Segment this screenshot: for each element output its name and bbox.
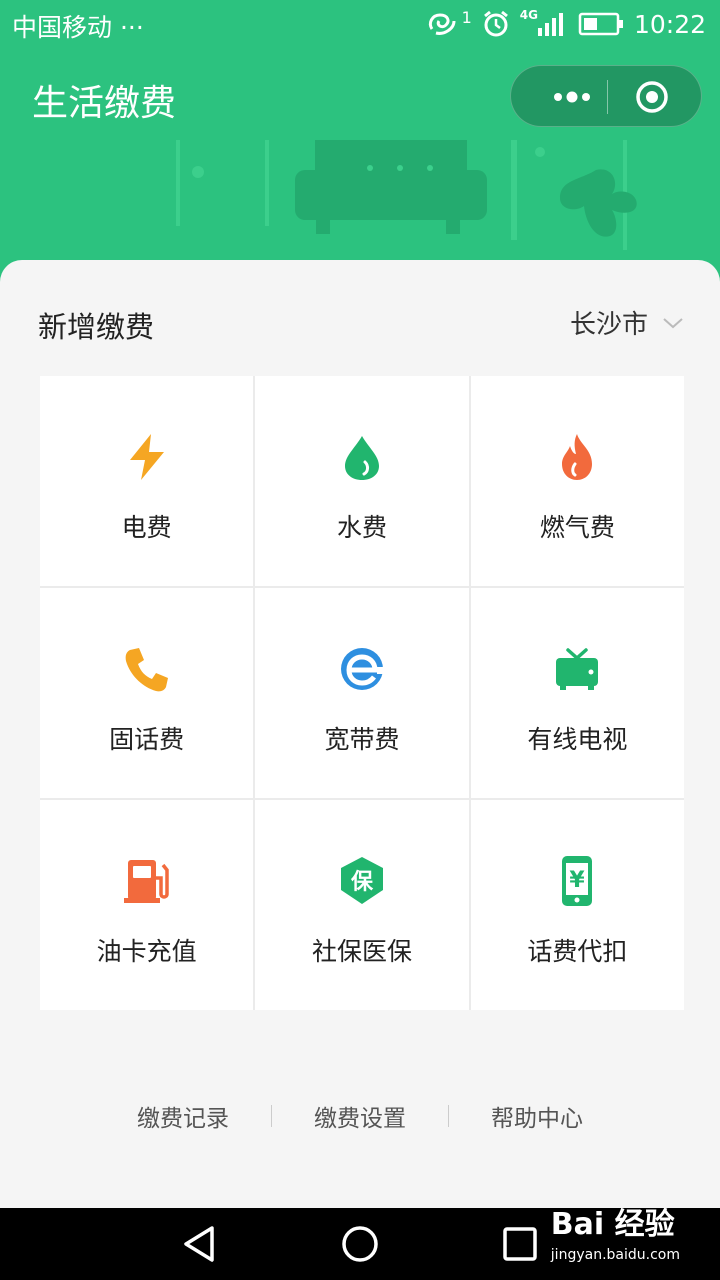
service-gas[interactable]: 燃气费 <box>470 376 684 586</box>
service-auto-deduct[interactable]: ¥ 话费代扣 <box>470 800 684 1010</box>
mobile-yuan-icon: ¥ <box>562 856 593 906</box>
main-card: 新增缴费 长沙市 电费 水费 燃气费 固话费 宽带费 有线电视 油卡充值 保 社… <box>0 260 720 1208</box>
recents-icon[interactable] <box>500 1224 540 1264</box>
flame-icon <box>562 434 593 480</box>
service-broadband[interactable]: 宽带费 <box>255 588 469 798</box>
service-label: 油卡充值 <box>96 937 197 966</box>
city-label: 长沙市 <box>569 310 648 340</box>
alarm-icon <box>483 10 508 37</box>
living-room-illustration <box>176 140 637 250</box>
service-label: 有线电视 <box>527 725 628 754</box>
insurance-shield-icon: 保 <box>340 857 383 904</box>
baidu-jingyan-watermark: Bai 经验 jingyan.baidu.com <box>551 1210 680 1270</box>
service-electricity[interactable]: 电费 <box>40 376 254 586</box>
service-label: 社保医保 <box>311 937 412 966</box>
service-grid: 电费 水费 燃气费 固话费 宽带费 有线电视 油卡充值 保 社保医保 ¥ 话费代… <box>40 376 684 1010</box>
capsule-divider <box>607 80 608 114</box>
service-cable-tv[interactable]: 有线电视 <box>470 588 684 798</box>
sim-index: 1 <box>461 7 472 27</box>
service-label: 固话费 <box>109 725 185 754</box>
phone-icon <box>125 648 168 692</box>
battery-icon <box>578 12 623 36</box>
clock: 10:22 <box>633 9 706 39</box>
yuan-glyph: ¥ <box>570 868 586 893</box>
carrier-text: 中国移动 ··· <box>12 13 144 42</box>
insurance-glyph: 保 <box>350 870 374 895</box>
more-dots-icon <box>554 91 590 103</box>
help-center-link[interactable]: 帮助中心 <box>449 1099 625 1133</box>
page-title: 生活缴费 <box>32 83 177 124</box>
back-icon[interactable] <box>180 1224 220 1264</box>
close-miniprogram-icon[interactable] <box>635 80 669 114</box>
service-social-insurance[interactable]: 保 社保医保 <box>255 800 469 1010</box>
watermark-url: jingyan.baidu.com <box>550 1247 680 1263</box>
service-water[interactable]: 水费 <box>255 376 469 586</box>
payment-records-link[interactable]: 缴费记录 <box>95 1099 271 1133</box>
service-label: 宽带费 <box>324 725 400 754</box>
status-icons: 1 4G 10:22 <box>426 4 706 44</box>
section-title: 新增缴费 <box>38 310 155 344</box>
tv-icon <box>556 648 599 690</box>
lightning-icon <box>129 434 164 480</box>
city-selector[interactable]: 长沙市 <box>570 304 684 341</box>
home-icon[interactable] <box>340 1224 380 1264</box>
fuel-pump-icon <box>123 860 169 903</box>
header: 中国移动 ··· 1 4G 10:22 生活缴费 <box>0 0 720 300</box>
hd-call-icon <box>428 13 456 35</box>
broadband-e-icon <box>340 648 389 690</box>
miniprogram-capsule <box>510 65 702 127</box>
service-label: 电费 <box>121 513 172 542</box>
service-label: 燃气费 <box>539 513 615 542</box>
status-bar: 中国移动 ··· 1 4G 10:22 <box>0 0 720 48</box>
service-landline[interactable]: 固话费 <box>40 588 254 798</box>
chevron-down-icon <box>663 317 683 328</box>
more-button[interactable] <box>539 66 605 128</box>
service-label: 水费 <box>336 513 387 542</box>
service-fuel-card[interactable]: 油卡充值 <box>40 800 254 1010</box>
footer-links: 缴费记录 缴费设置 帮助中心 <box>0 1096 720 1136</box>
signal-icon <box>537 13 563 36</box>
water-drop-icon <box>344 436 379 480</box>
payment-settings-link[interactable]: 缴费设置 <box>272 1099 448 1133</box>
watermark-brand: Bai 经验 <box>550 1207 675 1242</box>
service-label: 话费代扣 <box>527 937 628 966</box>
